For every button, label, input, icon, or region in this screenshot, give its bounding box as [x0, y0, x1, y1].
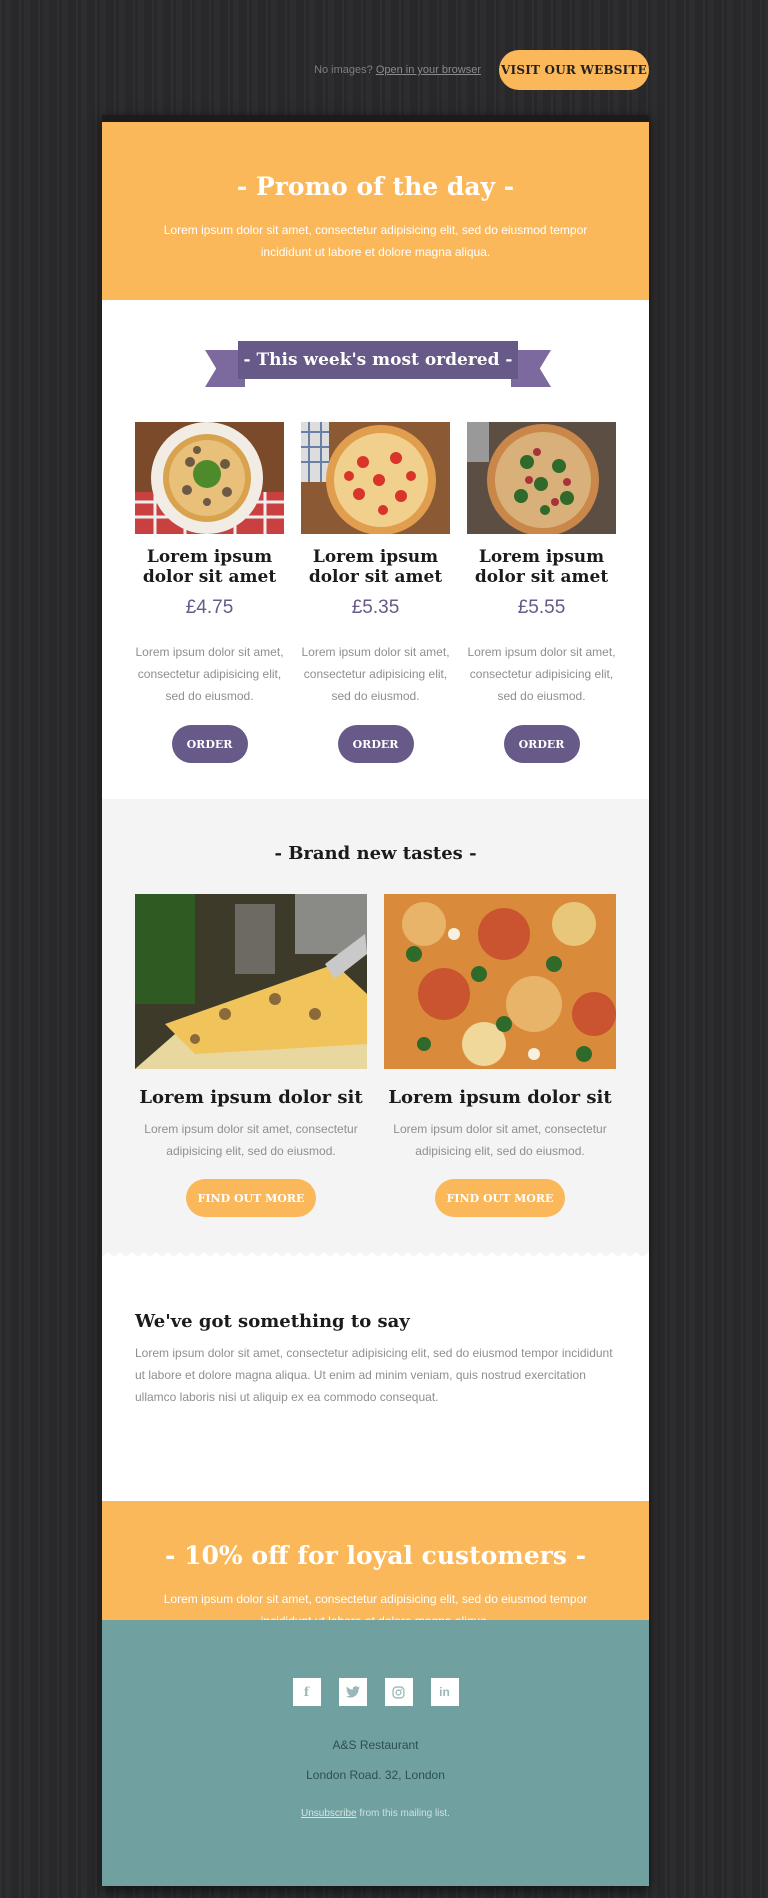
restaurant-address: London Road. 32, London [306, 1768, 445, 1782]
brand-new-list: Lorem ipsum dolor sit Lorem ipsum dolor … [135, 894, 616, 1217]
order-button[interactable]: ORDER [337, 725, 414, 763]
pizza-image[interactable] [135, 422, 284, 534]
pizza-image[interactable] [467, 422, 616, 534]
no-images-text: No images? [314, 64, 373, 76]
most-ordered-title: - This week's most ordered - [238, 341, 518, 379]
feature-description: Lorem ipsum dolor sit amet, consectetur … [144, 1122, 358, 1158]
most-ordered-list: Lorem ipsum dolor sit amet £4.75 Lorem i… [135, 422, 616, 763]
find-out-more-button[interactable]: FIND OUT MORE [186, 1179, 316, 1217]
most-ordered-section: - This week's most ordered - Lorem ipsum… [102, 300, 649, 799]
product-price: £5.55 [517, 597, 566, 618]
promo-section: - Promo of the day - Lorem ipsum dolor s… [102, 122, 649, 300]
product-card: Lorem ipsum dolor sit amet £5.35 Lorem i… [301, 422, 450, 763]
unsubscribe-line: Unsubscribe from this mailing list. [102, 1808, 649, 1819]
order-button[interactable]: ORDER [503, 725, 580, 763]
unsubscribe-rest: from this mailing list. [356, 1808, 450, 1819]
message-section: We've got something to say Lorem ipsum d… [102, 1261, 649, 1501]
top-bar: No images? Open in your browser VISIT OU… [0, 50, 649, 90]
email-card: - Promo of the day - Lorem ipsum dolor s… [102, 115, 649, 1886]
message-text: Lorem ipsum dolor sit amet, consectetur … [135, 1346, 613, 1404]
loyalty-title: - 10% off for loyal customers - [164, 1541, 586, 1570]
message-title: We've got something to say [135, 1311, 410, 1332]
instagram-icon[interactable] [384, 1678, 413, 1706]
feature-description: Lorem ipsum dolor sit amet, consectetur … [393, 1122, 607, 1158]
feature-name: Lorem ipsum dolor sit [388, 1087, 612, 1108]
twitter-icon[interactable] [338, 1678, 367, 1706]
linkedin-icon[interactable]: in [430, 1678, 459, 1706]
product-name: Lorem ipsum dolor sit amet [142, 547, 277, 587]
open-in-browser-link[interactable]: Open in your browser [376, 64, 481, 76]
section-ribbon: - This week's most ordered - [205, 341, 551, 387]
brand-new-section: - Brand new tastes - Lorem ipsum dolor s… [102, 799, 649, 1262]
pizza-slice-image[interactable] [135, 894, 367, 1069]
no-images-notice: No images? Open in your browser [314, 64, 481, 76]
product-description: Lorem ipsum dolor sit amet, consectetur … [135, 645, 284, 703]
feature-card: Lorem ipsum dolor sit Lorem ipsum dolor … [384, 894, 616, 1217]
facebook-icon[interactable]: f [292, 1678, 321, 1706]
pizza-image[interactable] [301, 422, 450, 534]
visit-website-button[interactable]: VISIT OUR WEBSITE [499, 50, 649, 90]
promo-text: Lorem ipsum dolor sit amet, consectetur … [163, 223, 588, 259]
product-price: £5.35 [351, 597, 400, 618]
order-button[interactable]: ORDER [171, 725, 248, 763]
find-out-more-button[interactable]: FIND OUT MORE [435, 1179, 565, 1217]
pizza-closeup-image[interactable] [384, 894, 616, 1069]
promo-title: - Promo of the day - [236, 172, 515, 201]
product-description: Lorem ipsum dolor sit amet, consectetur … [467, 645, 616, 703]
product-description: Lorem ipsum dolor sit amet, consectetur … [301, 645, 450, 703]
product-name: Lorem ipsum dolor sit amet [474, 547, 609, 587]
feature-name: Lorem ipsum dolor sit [139, 1087, 363, 1108]
footer: f in A&S Restaurant London Road. 32, Lon… [102, 1620, 649, 1886]
product-card: Lorem ipsum dolor sit amet £5.55 Lorem i… [467, 422, 616, 763]
product-name: Lorem ipsum dolor sit amet [308, 547, 443, 587]
feature-card: Lorem ipsum dolor sit Lorem ipsum dolor … [135, 894, 367, 1217]
unsubscribe-link[interactable]: Unsubscribe [301, 1808, 357, 1819]
product-card: Lorem ipsum dolor sit amet £4.75 Lorem i… [135, 422, 284, 763]
restaurant-name: A&S Restaurant [332, 1738, 419, 1752]
product-price: £4.75 [185, 597, 234, 618]
brand-new-title: - Brand new tastes - [274, 843, 477, 864]
social-links: f in [102, 1678, 649, 1706]
